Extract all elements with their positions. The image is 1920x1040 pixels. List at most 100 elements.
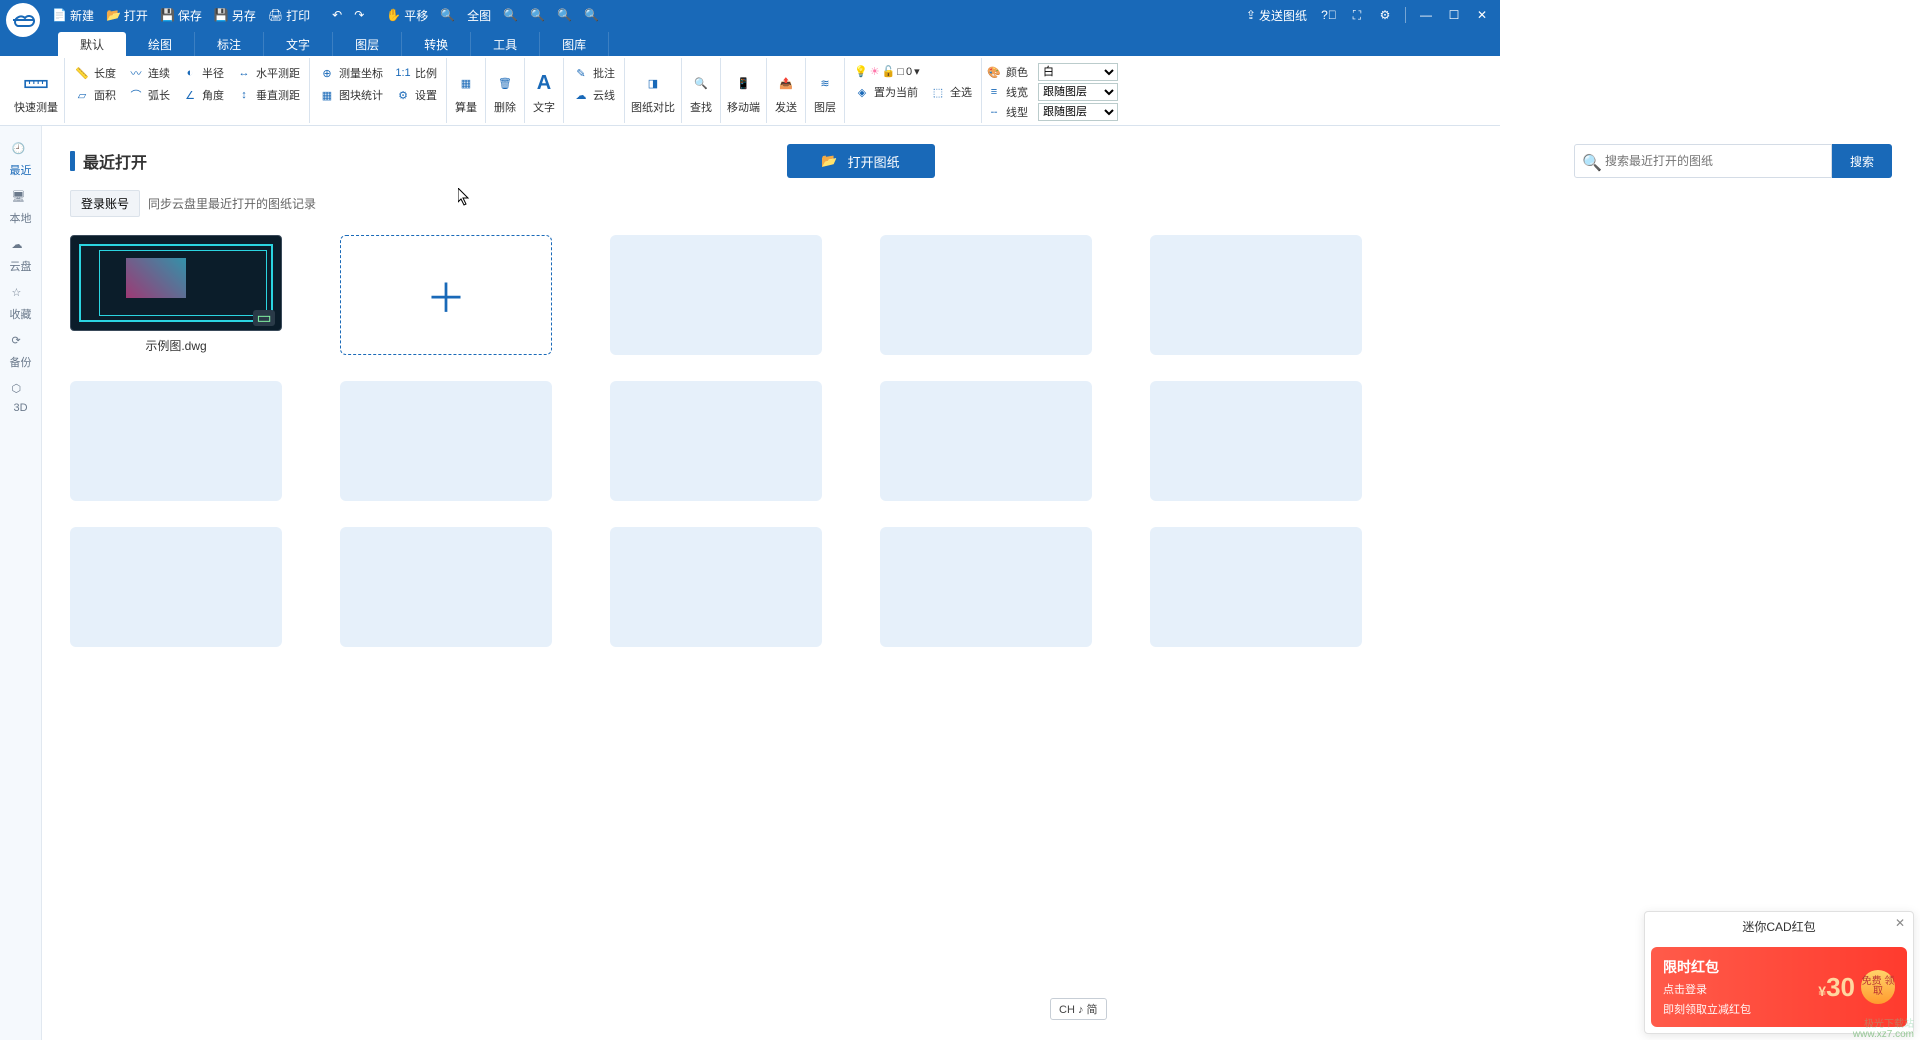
pan-button[interactable]: ✋平移 [380,0,434,30]
settings-button[interactable]: ⚙ [1373,3,1397,27]
tab-layer[interactable]: 图层 [333,32,402,56]
note-icon: ✎ [573,65,589,81]
zoom-window-button[interactable]: 🔍 [497,0,524,30]
ratio-button[interactable]: 1:1比例 [390,62,442,84]
plus-icon: ＋ [426,266,466,324]
new-button[interactable]: 📄新建 [46,0,100,30]
layer-button[interactable]: ≋图层 [806,58,845,123]
area-button[interactable]: ▱面积 [69,84,121,106]
popup-close-button[interactable]: ✕ [1895,916,1905,930]
tab-library[interactable]: 图库 [540,32,609,56]
search-button[interactable]: 搜索 [1832,144,1892,178]
compare-button[interactable]: ◨图纸对比 [625,58,682,123]
fullscreen-button[interactable]: ⛶ [1345,3,1369,27]
angle-button[interactable]: ∠角度 [177,84,229,106]
full-view-button[interactable]: 全图 [461,0,497,30]
redo-icon: ↷ [354,8,364,22]
zoom-out-button[interactable]: 🔍 [524,0,551,30]
select-all-button[interactable]: ⬚全选 [925,81,977,103]
help-button[interactable]: ?⃞ [1317,3,1341,27]
sidebar-item-favorite[interactable]: ☆收藏 [0,280,41,328]
add-file-card[interactable]: ＋ [340,235,552,355]
arc-button[interactable]: ⌒弧长 [123,84,175,106]
empty-slot [880,527,1092,647]
vdist-button[interactable]: ↕垂直测距 [231,84,305,106]
table-icon: ▦ [453,71,479,97]
measure-settings-button[interactable]: ⚙设置 [390,84,442,106]
continuous-button[interactable]: 〰连续 [123,62,175,84]
menu-tabs: 默认 绘图 标注 文字 图层 转换 工具 图库 [0,30,1500,56]
search-input[interactable] [1574,144,1832,178]
annotate-button[interactable]: ✎批注 [568,62,620,84]
lineweight-icon: ≡ [986,84,1002,100]
send-icon: 📤 [773,71,799,97]
zoom-in-button[interactable]: 🔍 [434,0,461,30]
save-button[interactable]: 💾保存 [154,0,208,30]
print-button[interactable]: 🖨打印 [262,0,316,30]
layer-state-toggles[interactable]: 💡 ☀ 🔓 □ 0 ▾ [849,62,925,81]
login-button[interactable]: 登录账号 [70,190,140,217]
hdist-icon: ↔ [236,65,252,81]
linetype-select[interactable]: 跟随图层 [1038,103,1118,121]
sidebar-item-backup[interactable]: ⟳备份 [0,328,41,376]
print-icon: 🖨 [268,8,283,22]
preview-icon: ▭ [253,310,275,326]
radius-button[interactable]: ◐半径 [177,62,229,84]
coord-button[interactable]: ⊕测量坐标 [314,62,388,84]
tab-annotate[interactable]: 标注 [195,32,264,56]
zoom-next-button[interactable]: 🔍 [578,0,605,30]
tab-draw[interactable]: 绘图 [126,32,195,56]
lineweight-label: 线宽 [1006,84,1034,100]
minimize-button[interactable]: — [1414,3,1438,27]
ratio-icon: 1:1 [395,65,411,81]
hdist-button[interactable]: ↔水平测距 [231,62,305,84]
linetype-label: 线型 [1006,104,1034,120]
main-content: 最近打开 📂 打开图纸 🔍 搜索 登录账号 同步云盘里最近打开的图纸记录 ▭ 示… [42,126,1920,1040]
zoom-prev-button[interactable]: 🔍 [551,0,578,30]
calc-button[interactable]: ▦算量 [447,58,486,123]
send-drawing-button[interactable]: ⇪发送图纸 [1240,7,1313,24]
mobile-button[interactable]: 📱移动端 [721,58,767,123]
sidebar-item-local[interactable]: 🖥本地 [0,184,41,232]
ime-indicator[interactable]: CH ♪ 简 [1050,998,1107,1020]
area-icon: ▱ [74,87,90,103]
tab-default[interactable]: 默认 [58,32,126,56]
blockstat-button[interactable]: ▦图块统计 [314,84,388,106]
close-button[interactable]: ✕ [1470,3,1494,27]
quick-measure-button[interactable]: 快速测量 [8,58,65,123]
empty-slot [610,527,822,647]
open-drawing-button[interactable]: 📂 打开图纸 [787,144,935,178]
promo-get-button[interactable]: 免费 领取 [1861,970,1895,1004]
undo-button[interactable]: ↶ [326,0,348,30]
send-button[interactable]: 📤发送 [767,58,806,123]
section-title: 最近打开 [70,149,147,173]
clock-icon: 🕘 [12,142,30,160]
length-button[interactable]: 📏长度 [69,62,121,84]
file-card[interactable]: ▭ 示例图.dwg [70,235,282,355]
tab-convert[interactable]: 转换 [402,32,471,56]
sidebar-item-3d[interactable]: ⬡3D [0,376,41,420]
open-button[interactable]: 📂打开 [100,0,154,30]
chevron-down-icon: ▾ [914,65,920,78]
empty-slot [880,235,1092,355]
zoom-next-icon: 🔍 [584,8,599,22]
lineweight-select[interactable]: 跟随图层 [1038,83,1118,101]
tab-text[interactable]: 文字 [264,32,333,56]
cloud-button[interactable]: ☁云线 [568,84,620,106]
cloud-line-icon: ☁ [573,87,589,103]
saveas-button[interactable]: 💾另存 [208,0,262,30]
delete-button[interactable]: 🗑删除 [486,58,525,123]
find-button[interactable]: 🔍查找 [682,58,721,123]
popup-title: 迷你CAD红包 [1742,918,1815,935]
file-thumbnail: ▭ [70,235,282,331]
text-button[interactable]: A文字 [525,58,564,123]
zoom-in-icon: 🔍 [440,8,455,22]
color-select[interactable]: 白 [1038,63,1118,81]
set-current-button[interactable]: ◈置为当前 [849,81,923,103]
tab-tools[interactable]: 工具 [471,32,540,56]
redo-button[interactable]: ↷ [348,0,370,30]
watermark-brand: 极光下载站 [1864,1015,1914,1030]
sidebar-item-recent[interactable]: 🕘最近 [0,136,41,184]
sidebar-item-cloud[interactable]: ☁云盘 [0,232,41,280]
maximize-button[interactable]: ☐ [1442,3,1466,27]
